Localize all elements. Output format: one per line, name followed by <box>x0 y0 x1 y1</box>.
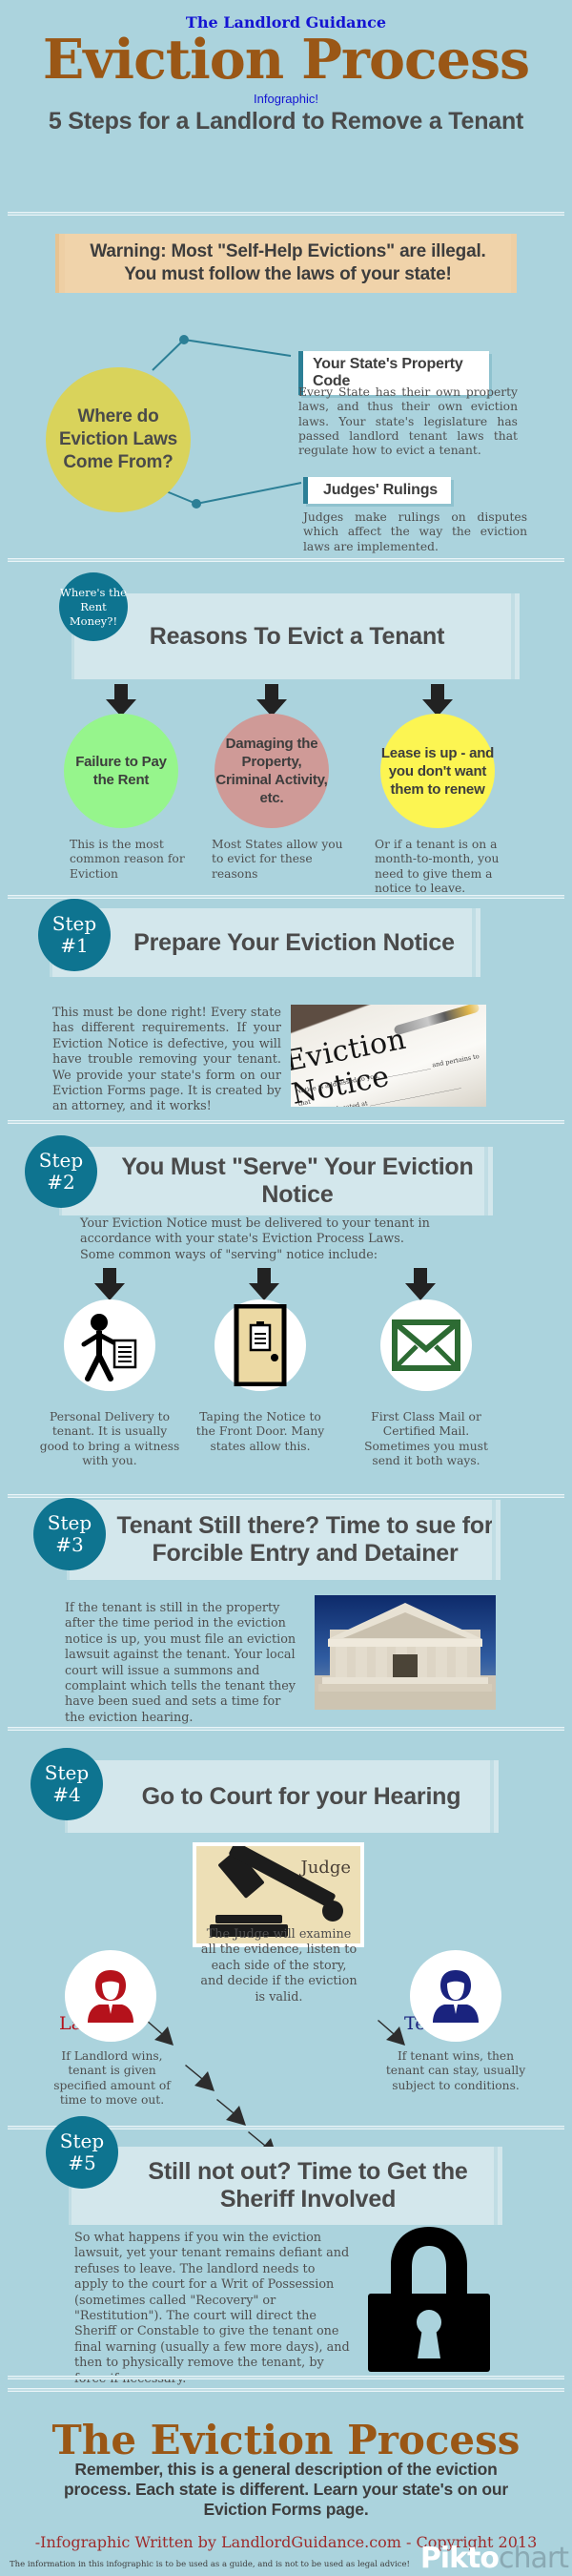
step-1-body: This must be done right! Every state has… <box>52 1006 281 1114</box>
step-badge-number: #5 <box>68 2151 96 2174</box>
step-badge-word: Step <box>59 2129 105 2152</box>
section-header-step-4: Go to Court for your Hearing <box>65 1760 499 1833</box>
step-badge-word: Step <box>51 912 97 935</box>
serving-caption-personal-delivery: Personal Delivery to tenant. It is usual… <box>39 1410 180 1467</box>
step-3-body: If the tenant is still in the property a… <box>65 1601 296 1725</box>
warning-line-2: You must follow the laws of your state! <box>124 264 452 284</box>
callout-body-judges-rulings: Judges make rulings on disputes which af… <box>303 510 527 553</box>
section-divider <box>8 1494 564 1498</box>
serving-caption-taping-door: Taping the Notice to the Front Door. Man… <box>195 1410 325 1453</box>
infographic-page: The Landlord Guidance Eviction Process I… <box>0 0 572 2576</box>
piktochart-watermark: Piktochart <box>419 2542 569 2575</box>
white-circle-personal-delivery <box>64 1299 155 1391</box>
warning-box: Warning: Most "Self-Help Evictions" are … <box>55 234 517 293</box>
piktochart-watermark-b: chart <box>499 2542 569 2575</box>
courthouse-photo <box>315 1595 496 1710</box>
rent-money-badge: Where's the Rent Money?! <box>59 572 128 641</box>
warning-text: Warning: Most "Self-Help Evictions" are … <box>90 240 485 286</box>
serving-caption-mail: First Class Mail or Certified Mail. Some… <box>364 1410 488 1467</box>
step-5-body: So what happens if you win the eviction … <box>74 2231 350 2386</box>
footer-subtitle: Remember, this is a general description … <box>64 2460 508 2519</box>
white-circle-mail <box>380 1299 472 1391</box>
rent-money-badge-label: Where's the Rent Money?! <box>60 585 127 628</box>
tenant-outcome-caption: If tenant wins, then tenant can stay, us… <box>385 2049 526 2092</box>
piktochart-watermark-a: Pikto <box>419 2542 500 2575</box>
step-badge-word: Step <box>47 1511 92 1534</box>
reason-label: Failure to Pay the Rent <box>75 754 167 788</box>
step-2-body: Your Eviction Notice must be delivered t… <box>80 1216 430 1262</box>
person-with-document-icon <box>81 1314 137 1381</box>
landlord-avatar-icon <box>88 1970 133 2023</box>
footer-title: The Eviction Process <box>51 2417 521 2463</box>
section-divider <box>8 2388 564 2392</box>
section-header-step-5-title: Still not out? Time to Get the Sheriff I… <box>148 2158 468 2212</box>
step-badge-word: Step <box>44 1761 90 1784</box>
step-badge-4: Step #4 <box>31 1748 103 1820</box>
tenant-avatar-icon <box>433 1970 479 2023</box>
infographic-label: Infographic! <box>254 92 318 106</box>
reason-label: Lease is up - and you don't want them to… <box>380 744 495 798</box>
section-divider <box>8 558 564 562</box>
reason-caption-damage-criminal: Most States allow you to evict for these… <box>212 838 343 881</box>
section-divider <box>8 2376 564 2379</box>
section-divider <box>8 895 564 899</box>
step-badge-2: Step #2 <box>25 1135 97 1208</box>
section-header-step-1-title: Prepare Your Eviction Notice <box>133 928 455 956</box>
section-divider <box>8 1727 564 1731</box>
step-badge-5: Step #5 <box>46 2116 118 2189</box>
section-divider <box>8 212 564 216</box>
white-circle-tenant <box>410 1950 501 2042</box>
step-badge-word: Step <box>38 1149 84 1172</box>
reason-circle-damage-criminal: Damaging the Property, Criminal Activity… <box>214 714 329 828</box>
callout-title-judges-rulings: Judges' Rulings <box>303 477 451 504</box>
white-circle-taping-door <box>214 1299 306 1391</box>
reason-caption-failure-to-pay: This is the most common reason for Evict… <box>70 838 185 881</box>
section-header-reasons: Reasons To Evict a Tenant <box>72 593 520 679</box>
judge-explanation: The Judge will examine all the evidence,… <box>200 1927 358 2005</box>
section-header-step-5: Still not out? Time to Get the Sheriff I… <box>69 2147 502 2225</box>
step-badge-number: #2 <box>47 1171 75 1194</box>
step-badge-number: #4 <box>52 1783 81 1806</box>
section-header-step-2-title: You Must "Serve" Your Eviction Notice <box>121 1153 474 1208</box>
step-badge-1: Step #1 <box>38 899 111 971</box>
eviction-laws-circle-label: Where do Eviction Laws Come From? <box>58 406 178 472</box>
eviction-notice-photo: Eviction Notice Notice is addressed to y… <box>291 1005 486 1107</box>
page-subtitle: 5 Steps for a Landlord to Remove a Tenan… <box>48 108 524 135</box>
white-circle-landlord <box>65 1950 156 2042</box>
door-with-notice-icon <box>234 1304 287 1386</box>
down-arrows-serving <box>94 1268 436 1300</box>
step-badge-number: #1 <box>60 934 89 957</box>
landlord-outcome-caption: If Landlord wins, tenant is given specif… <box>53 2049 171 2107</box>
section-divider <box>8 1120 564 1124</box>
section-header-step-2: You Must "Serve" Your Eviction Notice <box>59 1147 493 1215</box>
eviction-laws-circle: Where do Eviction Laws Come From? <box>46 367 191 512</box>
step-badge-3: Step #3 <box>33 1498 106 1570</box>
callout-body-property-code: Every State has their own property laws,… <box>298 385 518 458</box>
footer-disclaimer: The information in this infographic is t… <box>10 2560 410 2569</box>
reason-circle-failure-to-pay: Failure to Pay the Rent <box>64 714 178 828</box>
page-title: Eviction Process <box>42 28 530 92</box>
step-badge-number: #3 <box>55 1533 84 1556</box>
section-header-reasons-title: Reasons To Evict a Tenant <box>149 622 445 650</box>
section-header-step-1: Prepare Your Eviction Notice <box>50 908 480 977</box>
warning-line-1: Warning: Most "Self-Help Evictions" are … <box>90 241 486 261</box>
envelope-icon <box>392 1319 460 1371</box>
reason-circle-lease-up: Lease is up - and you don't want them to… <box>380 714 495 828</box>
padlock-icon <box>368 2227 490 2372</box>
reason-caption-lease-up: Or if a tenant is on a month-to-month, y… <box>375 838 500 895</box>
reason-label: Damaging the Property, Criminal Activity… <box>215 736 328 806</box>
section-header-step-3-title: Tenant Still there? Time to sue for Forc… <box>116 1512 494 1567</box>
section-header-step-3: Tenant Still there? Time to sue for Forc… <box>67 1500 500 1580</box>
section-header-step-4-title: Go to Court for your Hearing <box>141 1782 461 1810</box>
